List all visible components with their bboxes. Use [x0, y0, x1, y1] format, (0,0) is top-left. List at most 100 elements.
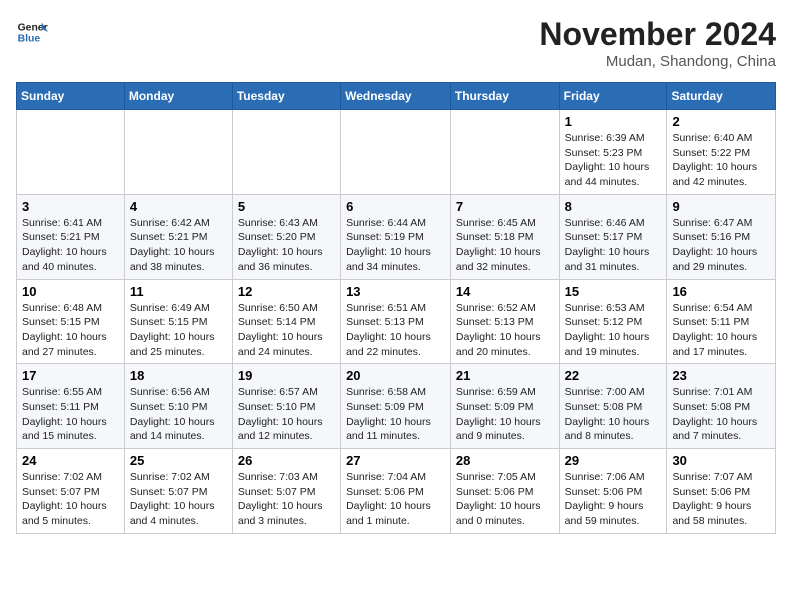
calendar-day-cell: 28 Sunrise: 7:05 AMSunset: 5:06 PMDayligh… [450, 449, 559, 534]
day-info: Sunrise: 6:49 AMSunset: 5:15 PMDaylight:… [130, 301, 227, 360]
day-number: 21 [456, 368, 554, 383]
logo: General Blue [16, 16, 48, 48]
day-info: Sunrise: 6:57 AMSunset: 5:10 PMDaylight:… [238, 385, 335, 444]
calendar-day-cell: 24 Sunrise: 7:02 AMSunset: 5:07 PMDayligh… [17, 449, 125, 534]
calendar-day-cell [17, 110, 125, 195]
day-info: Sunrise: 6:50 AMSunset: 5:14 PMDaylight:… [238, 301, 335, 360]
day-number: 17 [22, 368, 119, 383]
day-info: Sunrise: 6:47 AMSunset: 5:16 PMDaylight:… [672, 216, 770, 275]
calendar-day-cell: 19Sunrise: 6:57 AMSunset: 5:10 PMDayligh… [232, 364, 340, 449]
calendar-week-row: 17 Sunrise: 6:55 AMSunset: 5:11 PMDayligh… [17, 364, 776, 449]
weekday-header: Thursday [450, 83, 559, 110]
calendar-day-cell: 1Sunrise: 6:39 AMSunset: 5:23 PMDaylight… [559, 110, 667, 195]
day-number: 23 [672, 368, 770, 383]
day-info: Sunrise: 6:46 AMSunset: 5:17 PMDaylight:… [565, 216, 662, 275]
weekday-header: Saturday [667, 83, 776, 110]
day-info: Sunrise: 6:40 AMSunset: 5:22 PMDaylight:… [672, 131, 770, 190]
calendar-day-cell: 14 Sunrise: 6:52 AMSunset: 5:13 PMDayligh… [450, 279, 559, 364]
day-number: 14 [456, 284, 554, 299]
calendar-day-cell: 10 Sunrise: 6:48 AMSunset: 5:15 PMDayligh… [17, 279, 125, 364]
day-number: 29 [565, 453, 662, 468]
calendar-day-cell: 25 Sunrise: 7:02 AMSunset: 5:07 PMDayligh… [124, 449, 232, 534]
page-header: General Blue November 2024 Mudan, Shando… [16, 16, 776, 70]
day-info: Sunrise: 6:48 AMSunset: 5:15 PMDaylight:… [22, 301, 119, 360]
day-info: Sunrise: 7:05 AMSunset: 5:06 PMDaylight:… [456, 470, 554, 529]
day-info: Sunrise: 6:51 AMSunset: 5:13 PMDaylight:… [346, 301, 445, 360]
svg-text:Blue: Blue [18, 34, 41, 45]
weekday-row: SundayMondayTuesdayWednesdayThursdayFrid… [17, 83, 776, 110]
weekday-header: Sunday [17, 83, 125, 110]
calendar-day-cell: 16 Sunrise: 6:54 AMSunset: 5:11 PMDayligh… [667, 279, 776, 364]
calendar-day-cell: 8 Sunrise: 6:46 AMSunset: 5:17 PMDaylight… [559, 194, 667, 279]
day-number: 15 [565, 284, 662, 299]
title-block: November 2024 Mudan, Shandong, China [539, 16, 776, 70]
calendar-day-cell: 30Sunrise: 7:07 AMSunset: 5:06 PMDayligh… [667, 449, 776, 534]
calendar-day-cell: 22 Sunrise: 7:00 AMSunset: 5:08 PMDayligh… [559, 364, 667, 449]
day-info: Sunrise: 6:45 AMSunset: 5:18 PMDaylight:… [456, 216, 554, 275]
day-number: 3 [22, 199, 119, 214]
day-info: Sunrise: 6:55 AMSunset: 5:11 PMDaylight:… [22, 385, 119, 444]
day-number: 22 [565, 368, 662, 383]
calendar-day-cell: 27Sunrise: 7:04 AMSunset: 5:06 PMDayligh… [341, 449, 451, 534]
day-info: Sunrise: 7:07 AMSunset: 5:06 PMDaylight:… [672, 470, 770, 529]
day-number: 9 [672, 199, 770, 214]
day-info: Sunrise: 6:43 AMSunset: 5:20 PMDaylight:… [238, 216, 335, 275]
day-info: Sunrise: 6:44 AMSunset: 5:19 PMDaylight:… [346, 216, 445, 275]
calendar-day-cell: 3 Sunrise: 6:41 AMSunset: 5:21 PMDaylight… [17, 194, 125, 279]
day-number: 11 [130, 284, 227, 299]
weekday-header: Wednesday [341, 83, 451, 110]
calendar-day-cell: 29Sunrise: 7:06 AMSunset: 5:06 PMDayligh… [559, 449, 667, 534]
calendar-day-cell [124, 110, 232, 195]
day-info: Sunrise: 7:02 AMSunset: 5:07 PMDaylight:… [22, 470, 119, 529]
day-info: Sunrise: 6:59 AMSunset: 5:09 PMDaylight:… [456, 385, 554, 444]
day-info: Sunrise: 7:02 AMSunset: 5:07 PMDaylight:… [130, 470, 227, 529]
day-number: 13 [346, 284, 445, 299]
weekday-header: Friday [559, 83, 667, 110]
calendar-week-row: 3 Sunrise: 6:41 AMSunset: 5:21 PMDaylight… [17, 194, 776, 279]
calendar-day-cell [341, 110, 451, 195]
calendar-body: 1Sunrise: 6:39 AMSunset: 5:23 PMDaylight… [17, 110, 776, 534]
day-number: 8 [565, 199, 662, 214]
calendar-day-cell [450, 110, 559, 195]
calendar-day-cell: 21 Sunrise: 6:59 AMSunset: 5:09 PMDayligh… [450, 364, 559, 449]
day-number: 2 [672, 114, 770, 129]
day-info: Sunrise: 7:01 AMSunset: 5:08 PMDaylight:… [672, 385, 770, 444]
day-number: 4 [130, 199, 227, 214]
calendar-day-cell: 18 Sunrise: 6:56 AMSunset: 5:10 PMDayligh… [124, 364, 232, 449]
day-number: 27 [346, 453, 445, 468]
day-info: Sunrise: 6:53 AMSunset: 5:12 PMDaylight:… [565, 301, 662, 360]
calendar-day-cell: 12 Sunrise: 6:50 AMSunset: 5:14 PMDayligh… [232, 279, 340, 364]
location-subtitle: Mudan, Shandong, China [539, 53, 776, 70]
calendar-day-cell: 13 Sunrise: 6:51 AMSunset: 5:13 PMDayligh… [341, 279, 451, 364]
day-info: Sunrise: 7:03 AMSunset: 5:07 PMDaylight:… [238, 470, 335, 529]
day-info: Sunrise: 6:58 AMSunset: 5:09 PMDaylight:… [346, 385, 445, 444]
calendar-day-cell: 5Sunrise: 6:43 AMSunset: 5:20 PMDaylight… [232, 194, 340, 279]
calendar-day-cell: 20 Sunrise: 6:58 AMSunset: 5:09 PMDayligh… [341, 364, 451, 449]
day-number: 10 [22, 284, 119, 299]
day-number: 18 [130, 368, 227, 383]
day-info: Sunrise: 6:41 AMSunset: 5:21 PMDaylight:… [22, 216, 119, 275]
day-number: 25 [130, 453, 227, 468]
day-info: Sunrise: 6:56 AMSunset: 5:10 PMDaylight:… [130, 385, 227, 444]
day-number: 7 [456, 199, 554, 214]
calendar-day-cell: 2 Sunrise: 6:40 AMSunset: 5:22 PMDaylight… [667, 110, 776, 195]
calendar-week-row: 1Sunrise: 6:39 AMSunset: 5:23 PMDaylight… [17, 110, 776, 195]
calendar-day-cell: 17 Sunrise: 6:55 AMSunset: 5:11 PMDayligh… [17, 364, 125, 449]
day-number: 24 [22, 453, 119, 468]
day-number: 16 [672, 284, 770, 299]
calendar-day-cell: 4 Sunrise: 6:42 AMSunset: 5:21 PMDaylight… [124, 194, 232, 279]
calendar-day-cell [232, 110, 340, 195]
calendar-week-row: 10 Sunrise: 6:48 AMSunset: 5:15 PMDayligh… [17, 279, 776, 364]
day-info: Sunrise: 6:52 AMSunset: 5:13 PMDaylight:… [456, 301, 554, 360]
day-info: Sunrise: 7:00 AMSunset: 5:08 PMDaylight:… [565, 385, 662, 444]
calendar-day-cell: 11 Sunrise: 6:49 AMSunset: 5:15 PMDayligh… [124, 279, 232, 364]
day-number: 6 [346, 199, 445, 214]
day-number: 28 [456, 453, 554, 468]
weekday-header: Tuesday [232, 83, 340, 110]
day-info: Sunrise: 6:54 AMSunset: 5:11 PMDaylight:… [672, 301, 770, 360]
day-info: Sunrise: 6:42 AMSunset: 5:21 PMDaylight:… [130, 216, 227, 275]
calendar-week-row: 24 Sunrise: 7:02 AMSunset: 5:07 PMDayligh… [17, 449, 776, 534]
day-number: 12 [238, 284, 335, 299]
month-title: November 2024 [539, 16, 776, 53]
day-number: 20 [346, 368, 445, 383]
